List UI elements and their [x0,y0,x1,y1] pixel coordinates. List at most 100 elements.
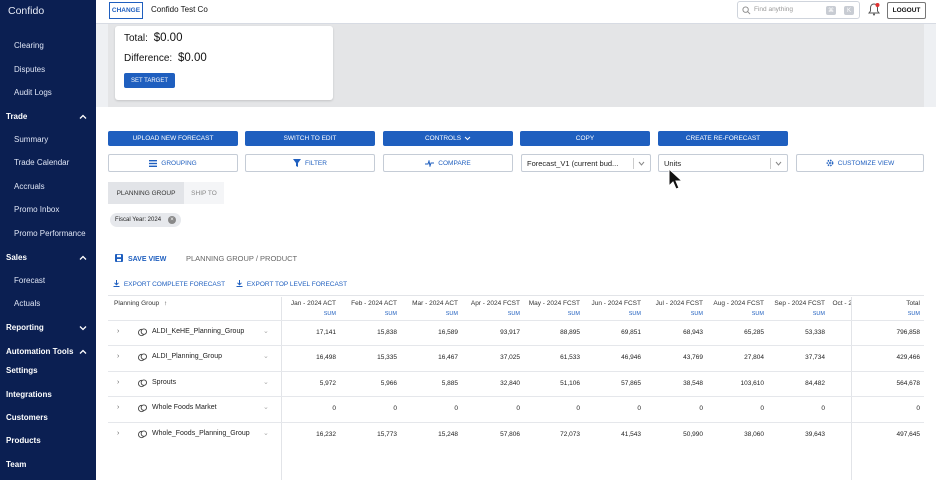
grouping-button[interactable]: GROUPING [108,154,238,172]
chevron-right-icon[interactable]: › [117,379,119,386]
table-cell[interactable]: 37,734 [765,354,825,361]
table-cell[interactable]: 0 [860,405,920,412]
table-cell[interactable]: 37,025 [460,354,520,361]
filter-button[interactable]: FILTER [245,154,375,172]
save-view-button[interactable]: SAVE VIEW [115,254,166,263]
table-cell[interactable]: 15,335 [337,354,397,361]
column-header[interactable]: Jan - 2024 ACT [266,300,336,307]
chevron-right-icon[interactable]: › [117,404,119,411]
forecast-version-select[interactable]: Forecast_V1 (current bud... [521,154,651,172]
bell-icon[interactable] [868,3,880,16]
table-cell[interactable]: 15,773 [337,431,397,438]
table-cell[interactable]: 16,498 [276,354,336,361]
table-cell[interactable]: 38,548 [643,380,703,387]
table-cell[interactable]: 16,589 [398,329,458,336]
compare-button[interactable]: COMPARE [383,154,513,172]
column-header[interactable]: May - 2024 FCST [510,300,580,307]
chevron-down-icon[interactable]: ⌄ [263,429,269,437]
table-cell[interactable]: 5,966 [337,380,397,387]
table-cell[interactable]: 41,543 [581,431,641,438]
switch-to-edit-button[interactable]: SWITCH TO EDIT [245,131,375,146]
upload-forecast-button[interactable]: UPLOAD NEW FORECAST [108,131,238,146]
table-cell[interactable]: 0 [460,405,520,412]
sidebar-item-accruals[interactable]: Accruals [14,182,45,191]
table-cell[interactable]: 88,895 [520,329,580,336]
change-company-button[interactable]: CHANGE [109,2,143,19]
search-box[interactable]: Find anything ⌘ K [737,1,860,19]
table-cell[interactable]: 0 [704,405,764,412]
sidebar-item-automation-tools[interactable]: Automation Tools [6,347,73,356]
table-cell[interactable]: 0 [276,405,336,412]
chevron-down-icon[interactable]: ⌄ [263,327,269,335]
column-header[interactable]: Aug - 2024 FCST [694,300,764,307]
table-cell[interactable]: 51,106 [520,380,580,387]
table-cell[interactable]: 57,865 [581,380,641,387]
table-cell[interactable]: 93,917 [460,329,520,336]
table-cell[interactable]: 5,972 [276,380,336,387]
column-header[interactable]: Jun - 2024 FCST [571,300,642,307]
sidebar-item-summary[interactable]: Summary [14,135,48,144]
chevron-up-icon[interactable] [78,253,88,263]
table-cell[interactable]: 796,858 [860,329,921,336]
export-complete-forecast-button[interactable]: EXPORT COMPLETE FORECAST [113,280,225,288]
sidebar-item-customers[interactable]: Customers [6,413,48,422]
search-input[interactable]: Find anything [754,6,793,13]
tab-planning-group[interactable]: PLANNING GROUP [108,182,184,204]
table-cell[interactable]: 0 [520,405,580,412]
sidebar-item-reporting[interactable]: Reporting [6,323,44,332]
sidebar-item-team[interactable]: Team [6,460,26,469]
table-cell[interactable]: 5,885 [398,380,458,387]
chevron-up-icon[interactable] [78,347,88,357]
sidebar-item-promo-performance[interactable]: Promo Performance [14,229,86,238]
table-cell[interactable]: 0 [337,405,397,412]
column-header[interactable]: Feb - 2024 ACT [327,300,397,307]
sidebar-item-forecast[interactable]: Forecast [14,276,45,285]
table-cell[interactable]: 429,466 [860,354,921,361]
column-header[interactable]: Total [850,300,920,307]
table-cell[interactable]: 0 [581,405,641,412]
column-header[interactable]: Jul - 2024 FCST [633,300,703,307]
close-icon[interactable]: × [168,216,176,224]
sidebar-item-promo-inbox[interactable]: Promo Inbox [14,205,59,214]
sidebar-item-clearing[interactable]: Clearing [14,41,44,50]
sort-arrow-icon[interactable]: ↑ [164,300,167,307]
copy-button[interactable]: COPY [520,131,650,146]
chevron-down-icon[interactable]: ⌄ [263,352,269,360]
table-cell[interactable]: 46,946 [581,354,641,361]
table-cell[interactable]: 15,248 [398,431,458,438]
controls-button[interactable]: CONTROLS [383,131,513,146]
chevron-up-icon[interactable] [78,112,88,122]
sidebar-item-trade-calendar[interactable]: Trade Calendar [14,158,69,167]
table-cell[interactable]: 69,851 [581,329,641,336]
table-cell[interactable]: 61,533 [520,354,580,361]
sidebar-item-integrations[interactable]: Integrations [6,390,52,399]
table-cell[interactable]: 0 [643,405,703,412]
column-header[interactable]: Oct - 2 [782,300,852,307]
sidebar-item-settings[interactable]: Settings [6,366,38,375]
table-cell[interactable]: 50,990 [643,431,703,438]
sidebar-item-disputes[interactable]: Disputes [14,65,45,74]
export-top-level-forecast-button[interactable]: EXPORT TOP LEVEL FORECAST [236,280,347,288]
chevron-right-icon[interactable]: › [117,328,119,335]
chevron-down-icon[interactable]: ⌄ [263,403,269,411]
sidebar-item-products[interactable]: Products [6,436,41,445]
chevron-down-icon[interactable] [78,323,88,333]
table-cell[interactable]: 564,678 [860,380,921,387]
table-cell[interactable]: 57,806 [460,431,520,438]
table-cell[interactable]: 0 [398,405,458,412]
table-cell[interactable]: 32,840 [460,380,520,387]
sidebar-item-actuals[interactable]: Actuals [14,299,40,308]
table-cell[interactable]: 53,338 [765,329,825,336]
table-cell[interactable]: 38,060 [704,431,764,438]
table-cell[interactable]: 497,645 [860,431,921,438]
set-target-button[interactable]: SET TARGET [124,73,175,88]
chevron-right-icon[interactable]: › [117,353,119,360]
table-cell[interactable]: 15,838 [337,329,397,336]
sidebar-item-audit-logs[interactable]: Audit Logs [14,88,52,97]
table-cell[interactable]: 16,232 [276,431,336,438]
table-cell[interactable]: 27,804 [704,354,764,361]
chevron-down-icon[interactable]: ⌄ [263,378,269,386]
table-cell[interactable]: 17,141 [276,329,336,336]
column-header[interactable]: Mar - 2024 ACT [388,300,458,307]
tab-ship-to[interactable]: SHIP TO [184,182,224,204]
